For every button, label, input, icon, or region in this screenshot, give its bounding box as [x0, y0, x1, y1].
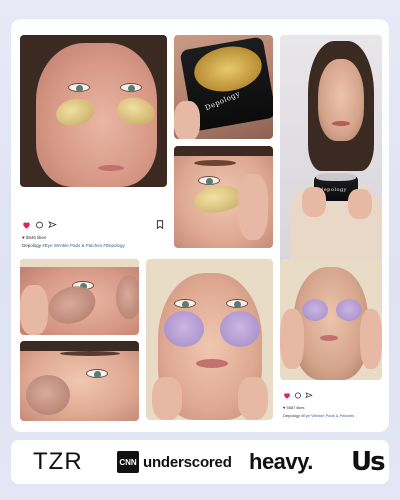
caption-tags[interactable]: #Eye Wrinkle Pads & Patches [301, 413, 354, 418]
photo-purple-patches [146, 259, 273, 420]
photo-rose-patch-undereye [20, 341, 139, 421]
ugc-collage-panel: ♥ 5846 likes Depology #Eye Wrinkle Pads … [11, 19, 389, 432]
photo-rose-patch-eye [20, 259, 139, 335]
photo-applying-gold-patch [174, 146, 273, 248]
caption-tags[interactable]: #Eye Wrinkle Pads & Patches #Depology [42, 243, 124, 248]
caption-left: Depology #Eye Wrinkle Pads & Patches #De… [22, 243, 125, 248]
press-logos-bar: TZR CNN underscored heavy. Us [11, 440, 389, 484]
share-icon[interactable] [48, 221, 57, 229]
heart-icon[interactable] [283, 392, 291, 399]
cnn-logo-box: CNN [117, 451, 139, 473]
photo-woman-holding-jar: depology [280, 35, 382, 266]
logo-tzr: TZR [33, 448, 83, 475]
photo-purple-patches-hands [280, 259, 382, 380]
caption-handle[interactable]: Depology [22, 243, 41, 248]
post-actions-left [22, 221, 57, 229]
likes-count-left: ♥ 5846 likes [22, 235, 47, 240]
logo-cnn-underscored: CNN underscored [117, 440, 232, 484]
likes-count-right: ♥ 5587 likes [283, 405, 305, 410]
share-icon[interactable] [305, 392, 313, 399]
logo-us-weekly: Us [351, 447, 386, 477]
post-actions-right [283, 392, 313, 399]
logo-heavy: heavy. [249, 449, 313, 474]
photo-gold-patches-woman [20, 35, 167, 187]
comment-icon[interactable] [294, 392, 302, 399]
comment-icon[interactable] [35, 221, 44, 229]
caption-right: Depology #Eye Wrinkle Pads & Patches [283, 413, 354, 418]
caption-handle[interactable]: Depology [283, 413, 300, 418]
bookmark-icon[interactable] [156, 220, 164, 229]
photo-depology-jar: Depology [174, 35, 273, 139]
heart-icon[interactable] [22, 221, 31, 229]
underscored-wordmark: underscored [143, 453, 232, 471]
